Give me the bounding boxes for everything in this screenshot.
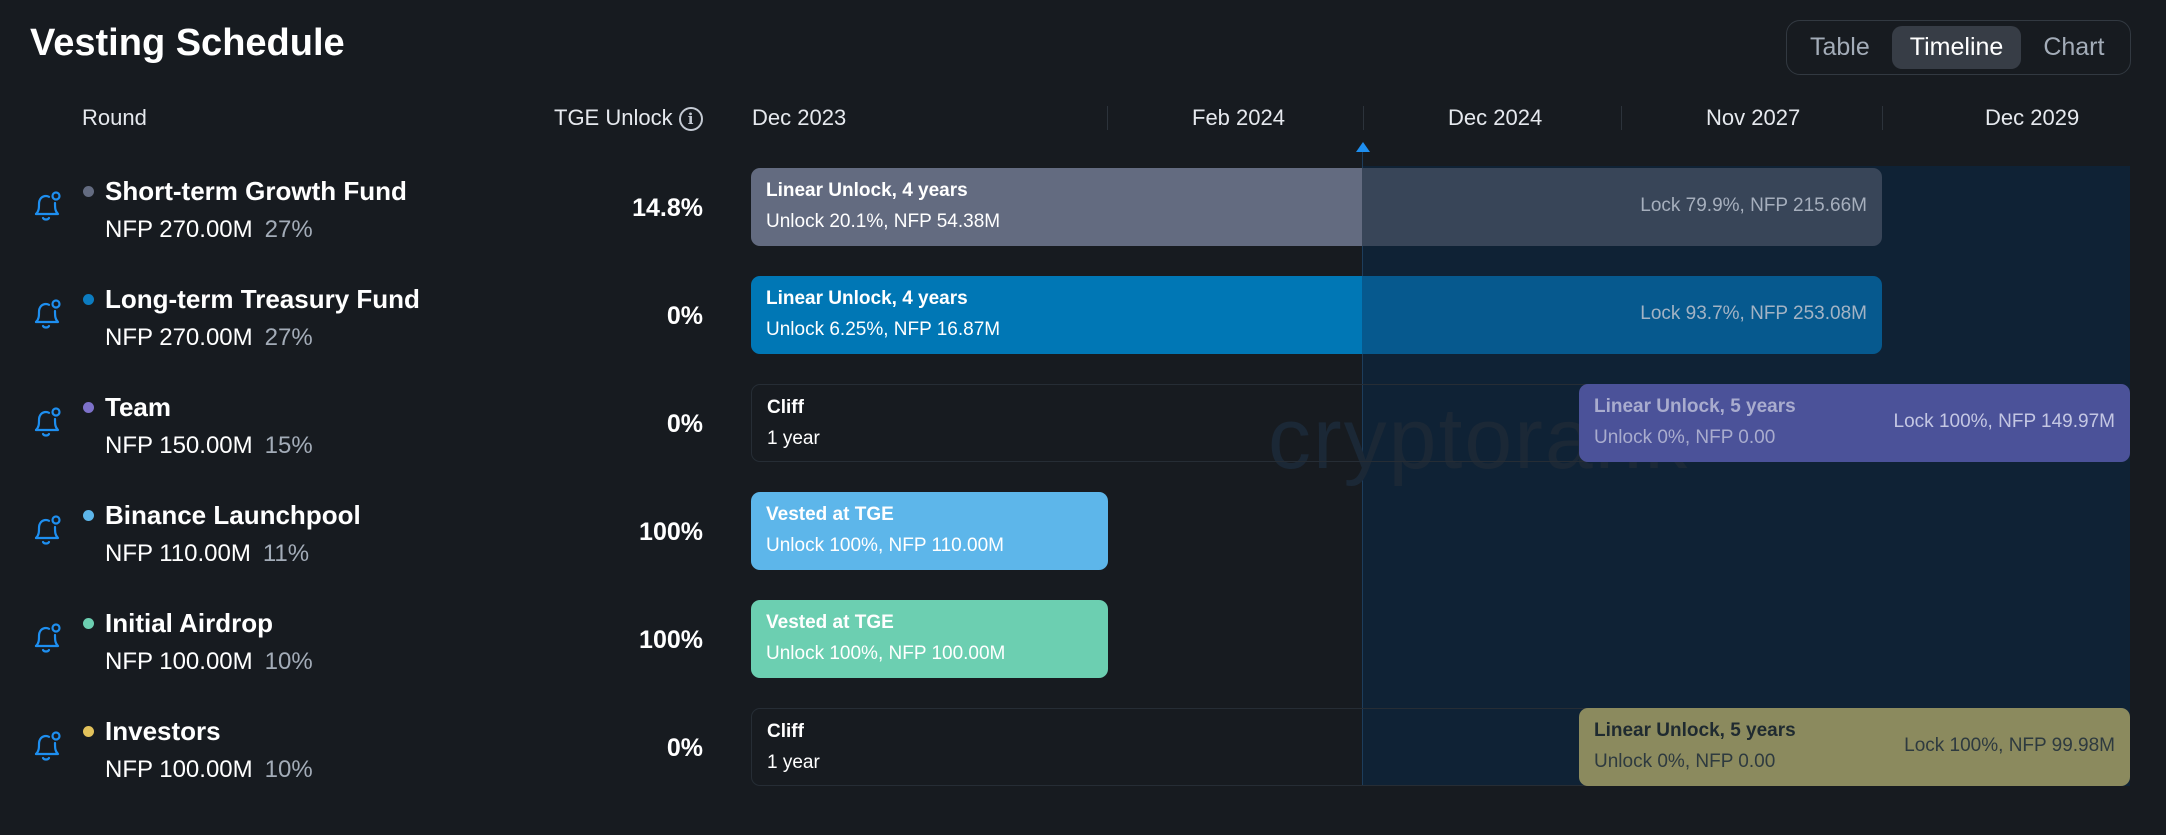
round-share: 15% (264, 432, 313, 459)
cliff-title: Cliff (767, 397, 804, 418)
table-row: Initial Airdrop NFP 100.00M 10% 100% Vest… (0, 600, 2166, 680)
table-row: Long-term Treasury Fund NFP 270.00M 27% 0… (0, 276, 2166, 356)
bell-icon[interactable] (31, 621, 63, 655)
tge-unlock-value: 0% (666, 410, 703, 438)
bar-title: Vested at TGE (766, 504, 894, 525)
round-amount-value: NFP 100.00M (105, 756, 253, 783)
round-amount: NFP 110.00M 11% (105, 540, 309, 568)
round-amount-value: NFP 100.00M (105, 648, 253, 675)
tab-chart[interactable]: Chart (2025, 26, 2122, 69)
round-name[interactable]: Initial Airdrop (105, 608, 273, 639)
round-color-dot (83, 186, 94, 197)
round-name[interactable]: Long-term Treasury Fund (105, 284, 420, 315)
round-amount: NFP 150.00M 15% (105, 432, 313, 460)
cliff-title: Cliff (767, 721, 804, 742)
bar-unlock-info: Unlock 6.25%, NFP 16.87M (766, 319, 1001, 340)
tge-unlock-value: 0% (666, 302, 703, 330)
vesting-bar[interactable]: Vested at TGE Unlock 100%, NFP 100.00M (751, 600, 1108, 678)
bar-title: Linear Unlock, 4 years (766, 288, 968, 309)
tge-unlock-label: TGE Unlock (554, 105, 673, 130)
round-share: 11% (262, 540, 310, 567)
table-row: Binance Launchpool NFP 110.00M 11% 100% V… (0, 492, 2166, 572)
round-share: 27% (264, 216, 313, 243)
axis-label-feb-2024: Feb 2024 (1192, 105, 1285, 130)
vesting-bar[interactable]: Linear Unlock, 4 years Unlock 6.25%, NFP… (751, 276, 1882, 354)
axis-label-nov-2027: Nov 2027 (1706, 105, 1801, 130)
round-amount-value: NFP 150.00M (105, 432, 253, 459)
info-icon[interactable]: i (678, 107, 703, 132)
view-switch: Table Timeline Chart (1786, 20, 2131, 75)
tab-timeline[interactable]: Timeline (1891, 26, 2022, 69)
bar-unlock-info: Unlock 0%, NFP 0.00 (1594, 751, 1776, 772)
vesting-bar[interactable]: Linear Unlock, 4 years Unlock 20.1%, NFP… (751, 168, 1882, 246)
axis-divider (1107, 106, 1108, 130)
bar-lock-info: Lock 100%, NFP 149.97M (1893, 411, 2115, 432)
table-row: Short-term Growth Fund NFP 270.00M 27% 14… (0, 168, 2166, 248)
axis-label-dec-2024: Dec 2024 (1448, 105, 1543, 130)
bar-lock-info: Lock 79.9%, NFP 215.66M (1640, 195, 1867, 216)
round-color-dot (83, 510, 94, 521)
round-amount-value: NFP 270.00M (105, 324, 253, 351)
tab-table[interactable]: Table (1792, 26, 1888, 69)
column-header-tge-unlock: TGE Unlock i (554, 105, 703, 132)
round-color-dot (83, 618, 94, 629)
page-title: Vesting Schedule (30, 22, 345, 64)
round-share: 10% (264, 648, 313, 675)
bar-unlock-info: Unlock 100%, NFP 100.00M (766, 643, 1006, 664)
axis-divider (1363, 106, 1364, 130)
vesting-bar[interactable]: Linear Unlock, 5 years Unlock 0%, NFP 0.… (1579, 384, 2130, 462)
bell-icon[interactable] (31, 729, 63, 763)
round-amount: NFP 270.00M 27% (105, 216, 313, 244)
table-row: Team NFP 150.00M 15% 0% Cliff 1 year Line… (0, 384, 2166, 464)
tge-unlock-value: 100% (639, 518, 703, 546)
round-amount-value: NFP 270.00M (105, 216, 253, 243)
bar-title: Linear Unlock, 5 years (1594, 396, 1796, 417)
bar-title: Linear Unlock, 4 years (766, 180, 968, 201)
tge-unlock-value: 100% (639, 626, 703, 654)
round-color-dot (83, 402, 94, 413)
bar-title: Vested at TGE (766, 612, 894, 633)
round-amount-value: NFP 110.00M (105, 540, 251, 567)
cliff-duration: 1 year (767, 428, 820, 449)
round-share: 10% (264, 756, 313, 783)
round-color-dot (83, 294, 94, 305)
bar-unlock-info: Unlock 0%, NFP 0.00 (1594, 427, 1776, 448)
round-amount: NFP 100.00M 10% (105, 756, 313, 784)
bell-icon[interactable] (31, 297, 63, 331)
axis-divider (1882, 106, 1883, 130)
round-amount: NFP 270.00M 27% (105, 324, 313, 352)
axis-label-dec-2029: Dec 2029 (1985, 105, 2080, 130)
axis-divider (1621, 106, 1622, 130)
table-row: Investors NFP 100.00M 10% 0% Cliff 1 year… (0, 708, 2166, 788)
bar-unlock-info: Unlock 20.1%, NFP 54.38M (766, 211, 1001, 232)
round-name[interactable]: Binance Launchpool (105, 500, 361, 531)
vesting-bar[interactable]: Linear Unlock, 5 years Unlock 0%, NFP 0.… (1579, 708, 2130, 786)
current-date-marker-icon (1356, 142, 1370, 152)
round-color-dot (83, 726, 94, 737)
vesting-bar[interactable]: Vested at TGE Unlock 100%, NFP 110.00M (751, 492, 1108, 570)
tge-unlock-value: 14.8% (632, 194, 703, 222)
tge-unlock-value: 0% (666, 734, 703, 762)
bar-title: Linear Unlock, 5 years (1594, 720, 1796, 741)
bar-unlock-info: Unlock 100%, NFP 110.00M (766, 535, 1004, 556)
round-name[interactable]: Short-term Growth Fund (105, 176, 407, 207)
cliff-duration: 1 year (767, 752, 820, 773)
bell-icon[interactable] (31, 189, 63, 223)
bar-lock-info: Lock 100%, NFP 99.98M (1904, 735, 2115, 756)
column-header-round[interactable]: Round (82, 105, 147, 131)
bell-icon[interactable] (31, 513, 63, 547)
round-share: 27% (264, 324, 313, 351)
axis-label-dec-2023: Dec 2023 (752, 105, 847, 130)
round-name[interactable]: Team (105, 392, 171, 423)
bell-icon[interactable] (31, 405, 63, 439)
bar-lock-info: Lock 93.7%, NFP 253.08M (1640, 303, 1867, 324)
round-amount: NFP 100.00M 10% (105, 648, 313, 676)
round-name[interactable]: Investors (105, 716, 221, 747)
